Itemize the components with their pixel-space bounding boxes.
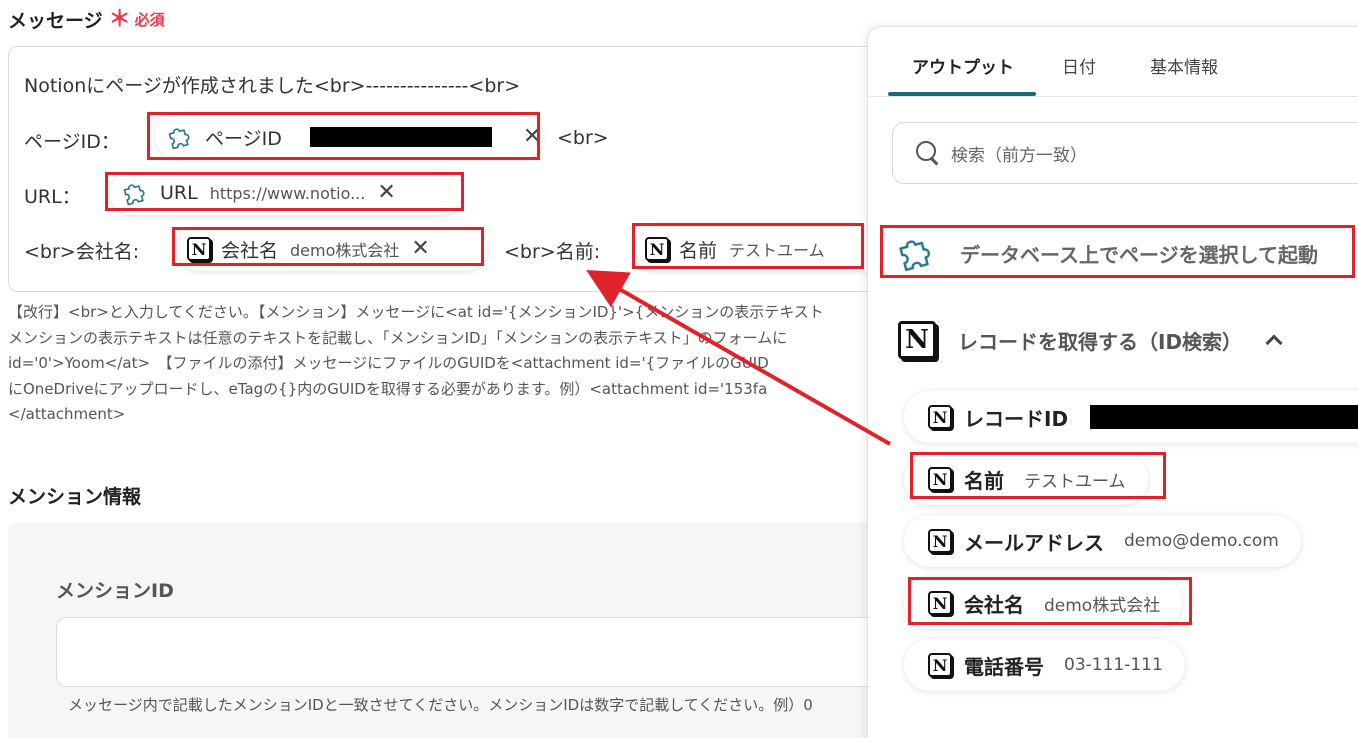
notion-icon: N (645, 237, 669, 261)
search-icon (915, 140, 941, 166)
message-line-1: Notionにページが作成されました<br>---------------<br… (24, 75, 521, 97)
output-label: 電話番号 (964, 654, 1044, 679)
output-value: 03-111-111 (1064, 655, 1163, 675)
chip-label: ページID (205, 127, 282, 150)
record-section-label: レコードを取得する（ID検索） (958, 329, 1243, 354)
notion-icon: N (928, 591, 952, 615)
page-id-suffix: <br> (557, 127, 609, 149)
message-field-title: メッセージ ＊ 必須 (8, 6, 165, 33)
output-chip-record-id[interactable]: N レコードID (904, 391, 1358, 443)
page-id-variable-chip[interactable]: ページID ✕ (155, 115, 543, 159)
output-chip-company[interactable]: N 会社名 demo株式会社 (904, 577, 1183, 629)
output-value: テストユーム (1024, 471, 1126, 492)
notion-icon: N (928, 405, 952, 429)
output-search[interactable]: 検索（前方一致） (892, 122, 1358, 184)
output-value: demo@demo.com (1124, 531, 1279, 551)
chip-label: 会社名 (221, 239, 279, 262)
page-id-prefix: ページID： (24, 131, 120, 153)
name-prefix: <br>名前: (504, 241, 601, 263)
notion-icon: N (928, 467, 952, 491)
message-help-text: 【改行】<br>と入力してください。【メンション】メッセージに<at id='{… (8, 300, 868, 428)
output-value: demo株式会社 (1044, 595, 1161, 616)
help-line: 【改行】<br>と入力してください。【メンション】メッセージに<at id='{… (8, 303, 824, 321)
notion-icon: N (187, 237, 211, 261)
output-label: レコードID (964, 406, 1069, 431)
chip-value: demo株式会社 (290, 241, 400, 260)
active-tab-indicator (888, 92, 1036, 96)
output-chip-email[interactable]: N メールアドレス demo@demo.com (904, 515, 1301, 567)
help-line: </attachment> (8, 405, 126, 423)
puzzle-icon (894, 231, 938, 275)
chevron-up-icon[interactable] (1265, 334, 1283, 352)
message-title-text: メッセージ (8, 10, 103, 32)
mention-section-title: メンション情報 (8, 486, 142, 508)
notion-icon: N (928, 529, 952, 553)
notion-icon: N (928, 653, 952, 677)
output-chip-phone[interactable]: N 電話番号 03-111-111 (904, 639, 1185, 691)
tab-date[interactable]: 日付 (1062, 53, 1096, 78)
panel-tabs: アウトプット 日付 基本情報 (868, 27, 1358, 97)
chip-label: URL (160, 182, 198, 204)
close-icon[interactable]: ✕ (377, 182, 395, 204)
notion-icon: N (898, 321, 936, 359)
redacted-value (1090, 405, 1358, 429)
chip-label: 名前 (679, 239, 718, 262)
required-label: 必須 (134, 11, 165, 29)
mention-id-help: メッセージ内で記載したメンションIDと一致させてください。メンションIDは数字で… (68, 696, 813, 714)
company-prefix: <br>会社名: (24, 241, 140, 263)
message-textarea[interactable]: Notionにページが作成されました<br>---------------<br… (8, 46, 908, 292)
trigger-item[interactable]: データベース上でページを選択して起動 (894, 231, 1318, 275)
tab-basic-info[interactable]: 基本情報 (1150, 53, 1218, 78)
tab-output[interactable]: アウトプット (912, 53, 1014, 78)
chip-value: https://www.notio... (209, 183, 366, 203)
mention-id-input[interactable] (56, 617, 908, 687)
required-mark: ＊ (108, 6, 131, 32)
company-variable-chip[interactable]: N 会社名 demo株式会社 ✕ (177, 227, 487, 271)
output-panel: アウトプット 日付 基本情報 検索（前方一致） データベース上でページを選択して… (867, 26, 1358, 738)
puzzle-icon (120, 178, 150, 208)
trigger-label: データベース上でページを選択して起動 (960, 242, 1318, 267)
help-line: id='0'>Yoom</at> 【ファイルの添付】メッセージにファイルのGUI… (8, 354, 769, 372)
record-section-header[interactable]: N レコードを取得する（ID検索） (898, 321, 1283, 359)
url-prefix: URL： (24, 186, 81, 208)
output-label: メールアドレス (964, 530, 1104, 555)
close-icon[interactable]: ✕ (523, 126, 541, 148)
puzzle-icon (165, 122, 195, 152)
url-variable-chip[interactable]: URL https://www.notio... ✕ (110, 171, 462, 215)
output-label: 名前 (964, 468, 1004, 493)
output-chip-name[interactable]: N 名前 テストユーム (904, 453, 1148, 505)
output-label: 会社名 (964, 592, 1024, 617)
search-input[interactable]: 検索（前方一致） (951, 141, 1087, 166)
mention-id-label: メンションID (56, 580, 174, 602)
chip-value: テストユーム (729, 241, 825, 260)
help-line: メンションの表示テキストは任意のテキストを記載し、「メンションID」「メンション… (8, 328, 788, 347)
redacted-value (310, 127, 492, 147)
close-icon[interactable]: ✕ (411, 238, 429, 260)
help-line: にOneDriveにアップロードし、eTagの{}内のGUIDを取得する必要があ… (8, 379, 768, 398)
